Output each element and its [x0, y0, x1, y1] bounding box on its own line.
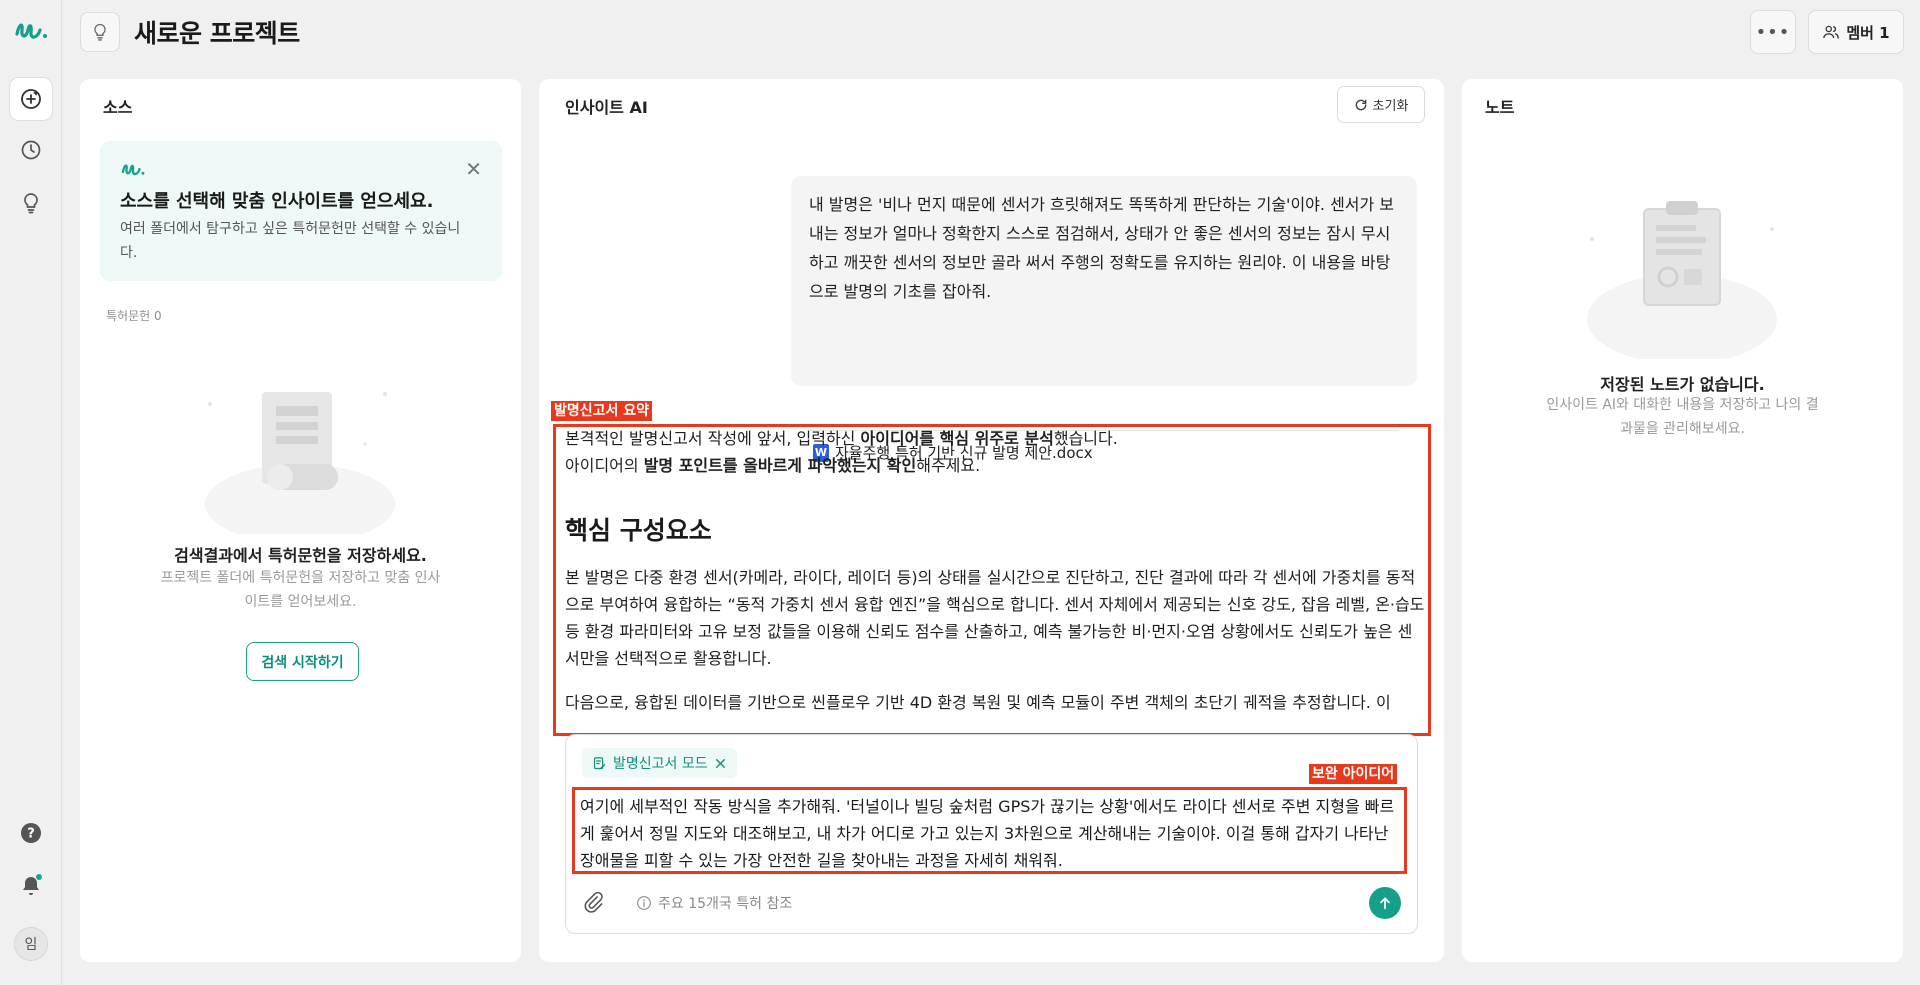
members-icon: [1823, 25, 1840, 39]
composer-toolbar: 주요 15개국 특허 참조: [582, 887, 1401, 919]
summary-highlight-box: [553, 424, 1431, 736]
lightbulb-icon[interactable]: [9, 181, 53, 225]
user-message-bubble: 내 발명은 '비나 먼지 때문에 센서가 흐릿해져도 똑똑하게 판단하는 기술'…: [791, 176, 1417, 462]
insight-ai-panel: 인사이트 AI 초기화 내 발명은 '비나 먼지 때문에 센서가 흐릿해져도 똑…: [539, 79, 1444, 962]
source-empty-description: 프로젝트 폴더에 특허문헌을 저장하고 맞춤 인사이트를 얻어보세요.: [160, 570, 441, 610]
composer-highlight-label: 보완 아이디어: [1309, 764, 1398, 784]
project-title[interactable]: 새로운 프로젝트: [134, 14, 300, 50]
insight-panel-title: 인사이트 AI: [565, 98, 648, 117]
app-logo-icon: [121, 164, 145, 176]
mode-chip-label: 발명신고서 모드: [613, 756, 708, 772]
new-insight-icon[interactable]: [9, 77, 53, 121]
member-label: 멤버 1: [1846, 23, 1890, 42]
send-button[interactable]: [1369, 887, 1401, 919]
start-search-button[interactable]: 검색 시작하기: [246, 642, 359, 681]
lightbulb-icon: [94, 23, 106, 41]
app-logo-icon[interactable]: [14, 16, 48, 44]
paperclip-icon[interactable]: [582, 891, 604, 913]
left-rail: ? 임: [0, 0, 62, 985]
invention-mode-chip[interactable]: 발명신고서 모드: [582, 748, 737, 778]
patent-count: 특허문헌 0: [106, 309, 162, 323]
close-icon[interactable]: [714, 757, 727, 770]
history-icon[interactable]: [9, 128, 53, 172]
notes-empty-title: 저장된 노트가 없습니다.: [1600, 375, 1765, 394]
tip-title: 소스를 선택해 맞춤 인사이트를 얻으세요.: [120, 191, 434, 212]
tip-description: 여러 폴더에서 탐구하고 싶은 특허문헌만 선택할 수 있습니다.: [120, 221, 461, 261]
notification-dot: [35, 873, 43, 881]
more-options-button[interactable]: •••: [1750, 10, 1796, 54]
info-icon: [637, 896, 651, 910]
reset-button[interactable]: 초기화: [1337, 86, 1425, 123]
source-panel: 소스 ✕ 소스를 선택해 맞춤 인사이트를 얻으세요. 여러 폴더에서 탐구하고…: [80, 79, 521, 962]
source-panel-title: 소스: [103, 98, 133, 117]
help-icon[interactable]: ?: [9, 811, 53, 855]
refresh-icon: [1355, 99, 1366, 110]
notes-empty-description: 인사이트 AI와 대화한 내용을 저장하고 나의 결과물을 관리해보세요.: [1546, 397, 1819, 437]
avatar[interactable]: 임: [14, 927, 48, 961]
summary-highlight-label: 발명신고서 요약: [551, 401, 653, 421]
reference-note: 주요 15개국 특허 참조: [636, 893, 792, 913]
notes-panel-title: 노트: [1485, 98, 1515, 117]
arrow-up-icon: [1380, 897, 1390, 910]
user-message-text: 내 발명은 '비나 먼지 때문에 센서가 흐릿해져도 똑똑하게 판단하는 기술'…: [809, 195, 1395, 301]
document-edit-icon: [593, 756, 606, 769]
source-empty-title: 검색결과에서 특허문헌을 저장하세요.: [174, 546, 427, 565]
document-illustration-icon: [205, 392, 395, 534]
project-icon[interactable]: [80, 12, 120, 52]
reset-label: 초기화: [1372, 99, 1409, 114]
svg-text:?: ?: [27, 827, 35, 842]
clipboard-illustration-icon: [1587, 201, 1777, 359]
close-icon[interactable]: ✕: [465, 157, 482, 181]
member-button[interactable]: 멤버 1: [1808, 10, 1904, 54]
notification-bell-icon[interactable]: [9, 864, 53, 908]
source-tip-card: ✕ 소스를 선택해 맞춤 인사이트를 얻으세요. 여러 폴더에서 탐구하고 싶은…: [100, 141, 502, 281]
notes-panel: 노트 저장된 노트가 없습니다. 인사이트 AI와 대화한 내용을 저장하고 나…: [1462, 79, 1903, 962]
reference-text: 주요 15개국 특허 참조: [658, 896, 793, 912]
composer-highlight-box: [572, 787, 1407, 874]
